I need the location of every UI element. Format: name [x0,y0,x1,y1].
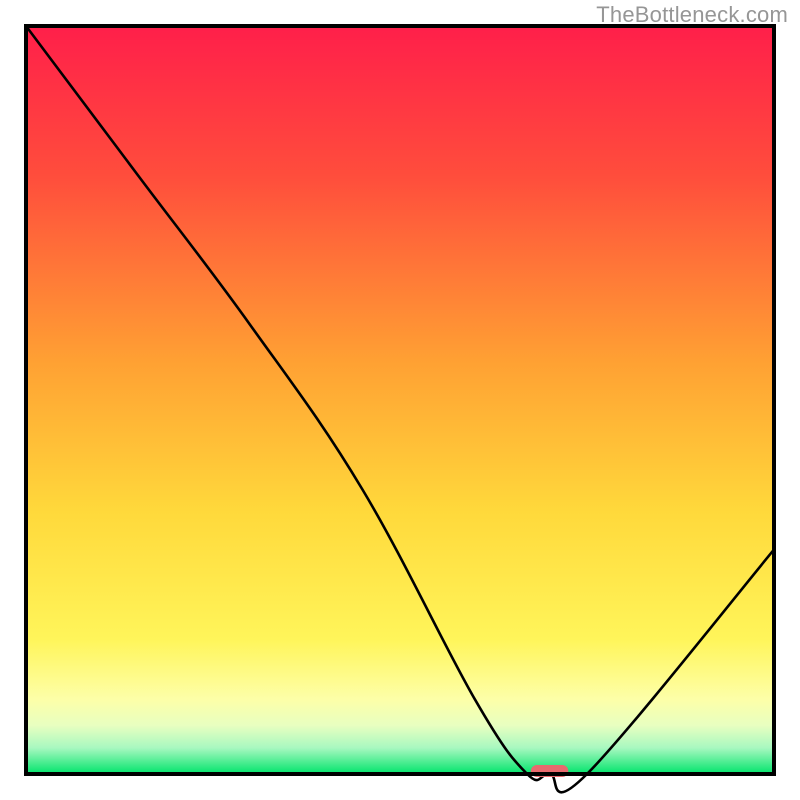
bottleneck-chart [0,0,800,800]
plot-background [26,26,774,774]
watermark-text: TheBottleneck.com [596,2,788,28]
chart-stage: { "watermark": "TheBottleneck.com", "cha… [0,0,800,800]
